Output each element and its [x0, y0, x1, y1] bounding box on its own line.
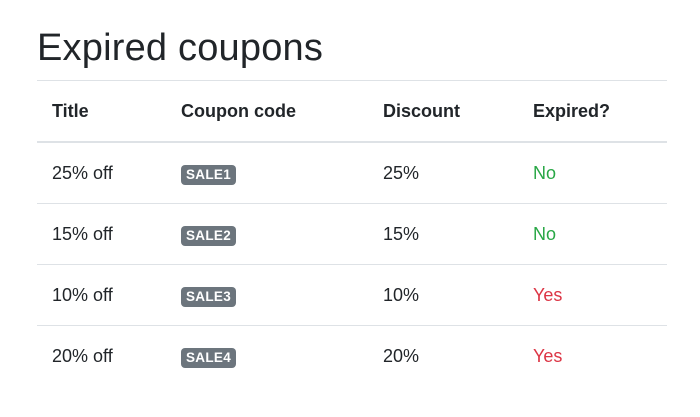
- expired-status: Yes: [533, 345, 563, 366]
- coupon-code-badge: SALE2: [181, 225, 237, 246]
- expired-status: No: [518, 142, 667, 204]
- page-container: Expired coupons Title Coupon code Discou…: [0, 0, 700, 386]
- expired-status: Yes: [518, 264, 667, 326]
- table-header: Title Coupon code Discount Expired?: [37, 80, 667, 143]
- coupon-code-badge: SALE4: [181, 347, 237, 368]
- column-header-title: Title: [37, 80, 166, 143]
- table-row: 10% off SALE3 10% Yes: [37, 264, 667, 326]
- coupon-discount: 25%: [368, 142, 518, 204]
- coupon-title: 10% off: [37, 264, 166, 326]
- page-title: Expired coupons: [37, 27, 324, 69]
- table-row: 15% off SALE2 15% No: [37, 203, 667, 265]
- coupon-title: 20% off: [52, 345, 113, 366]
- header-row: Title Coupon code Discount Expired?: [37, 80, 667, 143]
- coupon-code-cell: SALE3: [166, 264, 368, 326]
- coupon-code-cell: SALE2: [166, 203, 368, 265]
- coupon-discount: 10%: [368, 264, 518, 326]
- column-header-discount: Discount: [368, 80, 518, 143]
- column-header-expired: Expired?: [518, 80, 667, 143]
- coupons-table: Title Coupon code Discount Expired? 25% …: [37, 80, 667, 386]
- coupon-title: 15% off: [37, 203, 166, 265]
- coupon-code-badge: SALE1: [181, 164, 237, 185]
- table-row: 20% off SALE4 20% Yes: [37, 326, 667, 387]
- coupon-title: 25% off: [37, 142, 166, 204]
- coupon-code-cell: SALE1: [166, 142, 368, 204]
- coupon-code-badge: SALE3: [181, 286, 237, 307]
- expired-status: No: [518, 203, 667, 265]
- column-header-coupon-code: Coupon code: [166, 80, 368, 143]
- table-body: 25% off SALE1 25% No 15% off SALE2 15% N…: [37, 142, 667, 386]
- table-row: 25% off SALE1 25% No: [37, 142, 667, 204]
- coupon-discount: 15%: [368, 203, 518, 265]
- coupon-discount: 20%: [383, 345, 420, 366]
- coupon-code-cell: SALE4: [166, 326, 368, 387]
